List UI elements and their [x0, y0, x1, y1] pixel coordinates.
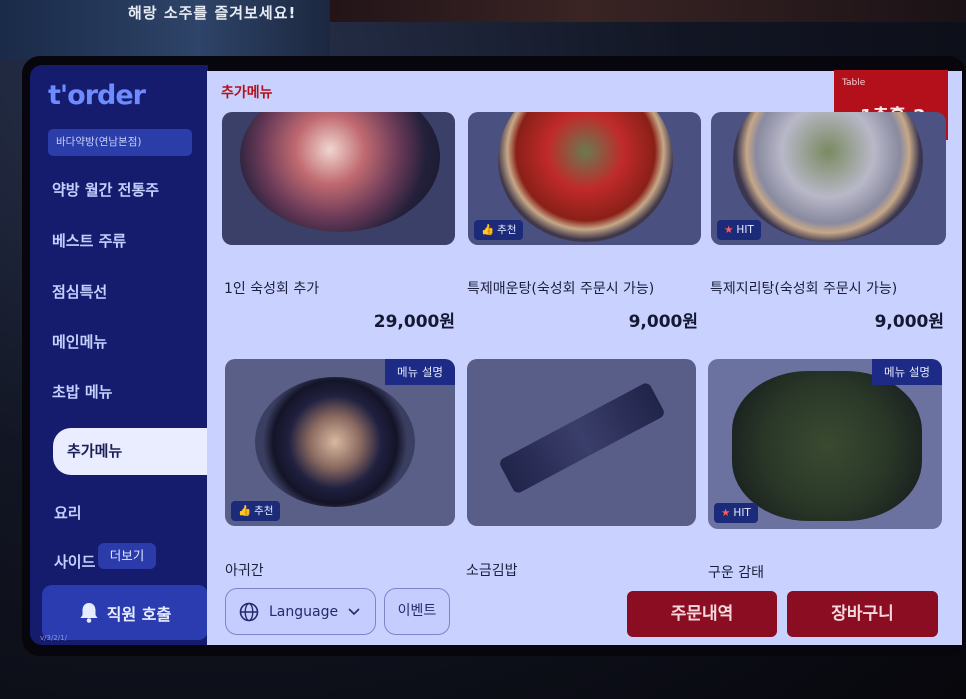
menu-item-price: 9,000원 — [874, 312, 944, 332]
sashimi-platter — [240, 112, 440, 232]
menu-item-name[interactable]: 아귀간 — [225, 560, 264, 580]
recommend-badge: 👍 추천 — [231, 501, 281, 521]
promo-banner-text: 해랑 소주를 즐겨보세요! — [128, 4, 297, 22]
version-text: v/3/2/1/ — [40, 634, 67, 642]
sidebar-item-traditional-liquor[interactable]: 약방 월간 전통주 — [52, 179, 159, 200]
menu-item-name[interactable]: 특제매운탕(숙성회 주문시 가능) — [467, 278, 654, 298]
menu-item-image[interactable]: 👍 추천 — [468, 112, 701, 245]
thumbs-up-icon: 👍 — [481, 224, 495, 236]
language-label: Language — [269, 603, 339, 620]
menu-item-name[interactable]: 구운 감태 — [708, 562, 764, 582]
language-select[interactable]: Language — [225, 588, 376, 635]
badge-label: 추천 — [497, 224, 517, 236]
menu-item-image[interactable]: 메뉴 설명 ★ HIT — [708, 359, 942, 529]
menu-description-button[interactable]: 메뉴 설명 — [872, 359, 942, 385]
menu-item-image[interactable] — [467, 359, 696, 526]
sidebar-item-extra-menu[interactable]: 추가메뉴 — [53, 428, 213, 475]
cart-button[interactable]: 장바구니 — [787, 591, 938, 637]
staff-call-label: 직원 호출 — [106, 604, 172, 624]
menu-description-button[interactable]: 메뉴 설명 — [385, 359, 455, 385]
salt-gimbap-roll — [498, 381, 666, 495]
menu-item-image[interactable]: ★ HIT — [711, 112, 946, 245]
promo-banner: 해랑 소주를 즐겨보세요! — [0, 0, 330, 60]
table-label: Table — [842, 78, 866, 88]
more-button[interactable]: 더보기 — [98, 543, 156, 569]
thumbs-up-icon: 👍 — [238, 505, 252, 517]
sidebar-item-main-menu[interactable]: 메인메뉴 — [52, 331, 107, 352]
monkfish-liver-plate — [255, 377, 415, 507]
hit-badge: ★ HIT — [717, 220, 761, 240]
menu-item-name[interactable]: 1인 숙성회 추가 — [224, 278, 319, 298]
star-icon: ★ — [721, 507, 731, 519]
sidebar-item-sushi-menu[interactable]: 초밥 메뉴 — [52, 381, 112, 402]
menu-item-name[interactable]: 특제지리탕(숙성회 주문시 가능) — [710, 278, 897, 298]
sidebar-item-side[interactable]: 사이드 — [54, 551, 95, 572]
clear-stew-bowl — [733, 112, 923, 242]
sidebar-item-lunch-special[interactable]: 점심특선 — [52, 281, 107, 302]
grilled-seaweed — [732, 371, 922, 521]
menu-item-name[interactable]: 소금김밥 — [466, 560, 518, 580]
menu-item-image[interactable] — [222, 112, 455, 245]
staff-call-button[interactable]: 직원 호출 — [42, 585, 208, 640]
spicy-stew-bowl — [498, 112, 673, 242]
recommend-badge: 👍 추천 — [474, 220, 524, 240]
menu-item-image[interactable]: 메뉴 설명 👍 추천 — [225, 359, 455, 526]
badge-label: HIT — [736, 224, 754, 236]
bell-icon — [80, 602, 98, 623]
sidebar-item-dishes[interactable]: 요리 — [54, 502, 82, 523]
section-title: 추가메뉴 — [221, 85, 273, 101]
order-history-button[interactable]: 주문내역 — [627, 591, 777, 637]
badge-label: 추천 — [254, 505, 274, 517]
badge-label: HIT — [733, 507, 751, 519]
event-button[interactable]: 이벤트 — [384, 588, 450, 635]
menu-item-price: 29,000원 — [373, 312, 455, 332]
globe-icon — [239, 602, 259, 621]
hit-badge: ★ HIT — [714, 503, 758, 523]
banner-photo — [330, 0, 966, 22]
sidebar-item-best-liquor[interactable]: 베스트 주류 — [52, 230, 126, 251]
menu-item-price: 9,000원 — [628, 312, 698, 332]
app-logo: t'order — [48, 80, 146, 111]
star-icon: ★ — [724, 224, 734, 236]
store-name-badge: 바다약방(연남본점) — [48, 129, 192, 156]
chevron-down-icon — [348, 607, 360, 615]
